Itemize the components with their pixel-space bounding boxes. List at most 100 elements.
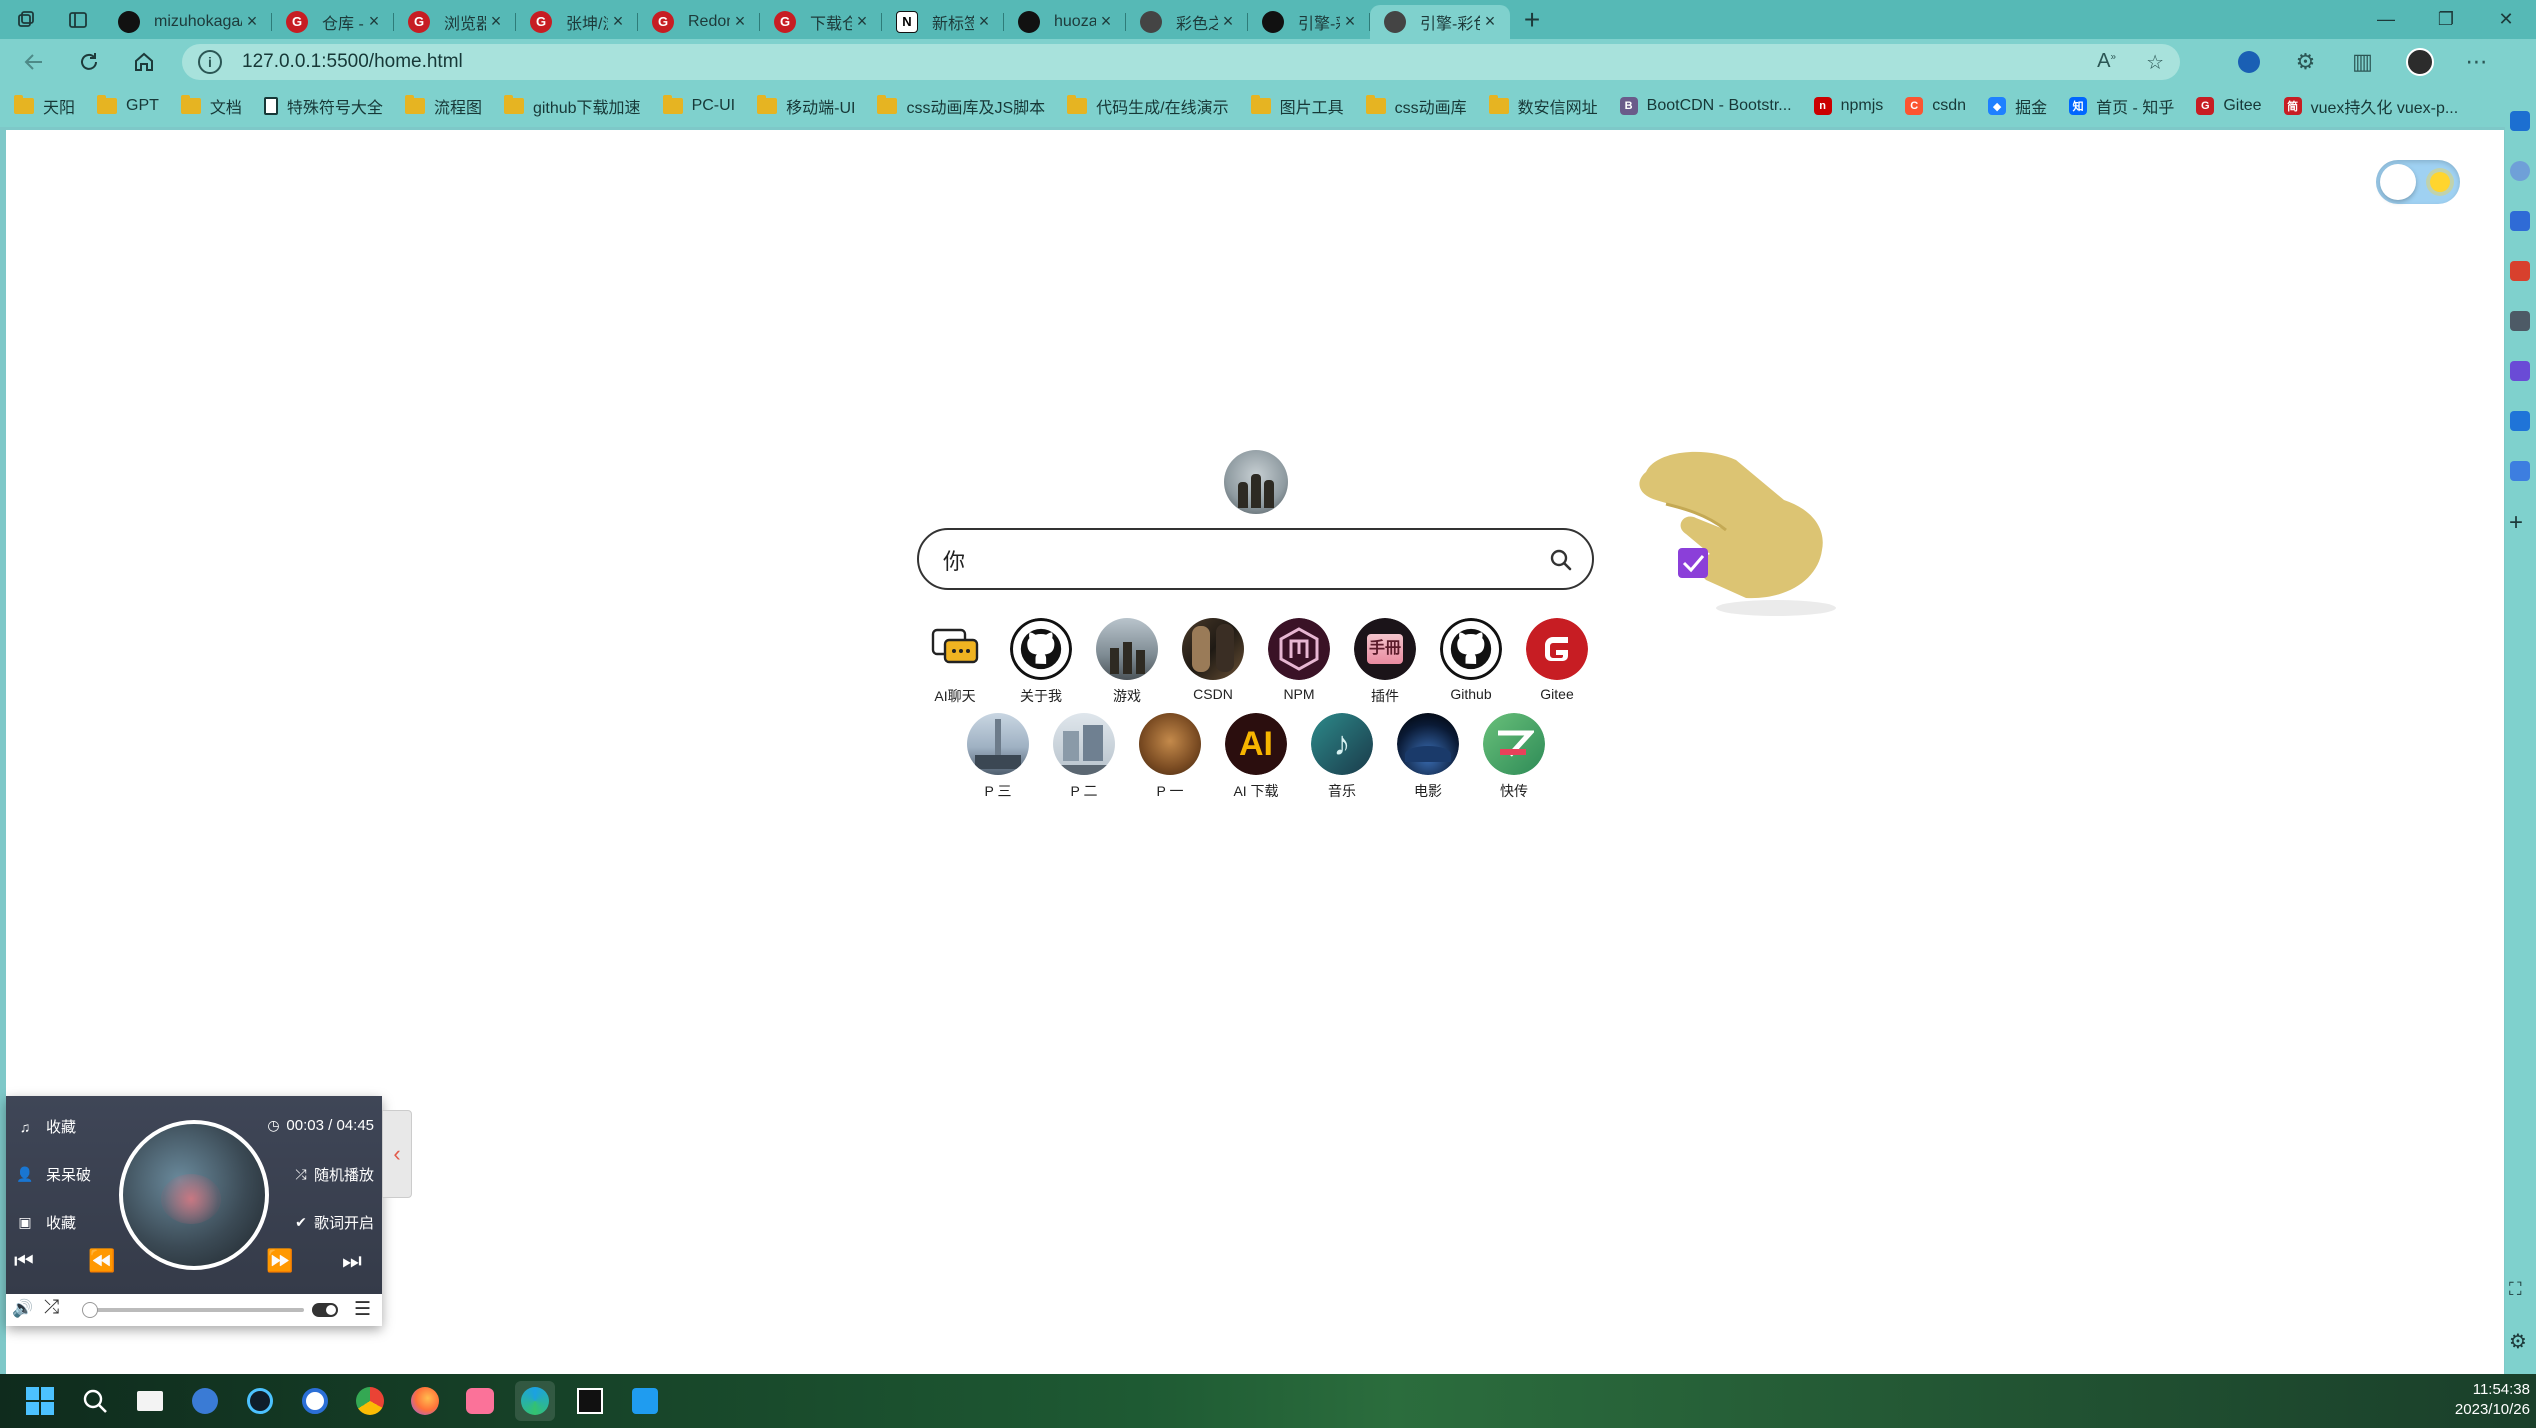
- theme-toggle[interactable]: [2376, 160, 2460, 204]
- new-tab-button[interactable]: +: [1510, 4, 1554, 36]
- logo-avatar[interactable]: [1224, 450, 1288, 514]
- quick-link[interactable]: 电影: [1385, 713, 1471, 801]
- sidebar-icon-3[interactable]: [2510, 261, 2530, 281]
- sidebar-outlook-icon[interactable]: [2510, 411, 2530, 431]
- bookmark-item[interactable]: github下载加速: [503, 94, 641, 118]
- shuffle-button[interactable]: ⤮: [44, 1297, 59, 1319]
- taskbar-app-3-icon[interactable]: [295, 1381, 335, 1421]
- quick-link[interactable]: NPM: [1256, 618, 1342, 706]
- url-text[interactable]: 127.0.0.1:5500/home.html: [242, 51, 463, 73]
- bookmark-item[interactable]: 图片工具: [1250, 94, 1344, 118]
- play-mode[interactable]: ⤮ 随机播放: [292, 1164, 374, 1185]
- quick-link[interactable]: P 三: [955, 713, 1041, 801]
- quick-link[interactable]: 手冊 插件: [1342, 618, 1428, 706]
- rewind-button[interactable]: ⏪: [88, 1248, 115, 1274]
- quick-link[interactable]: Github: [1428, 618, 1514, 706]
- bookmark-item[interactable]: PC-UI: [662, 94, 735, 118]
- quick-link[interactable]: 快传: [1471, 713, 1557, 801]
- volume-icon[interactable]: 🔊: [12, 1299, 33, 1319]
- extension-icon[interactable]: [2220, 51, 2277, 73]
- sidebar-search-icon[interactable]: [2510, 161, 2530, 181]
- sidebar-icon-1[interactable]: [2510, 111, 2530, 131]
- sidebar-add-icon[interactable]: +: [2509, 509, 2523, 537]
- more-menu-icon[interactable]: ⋯: [2448, 49, 2505, 75]
- quick-link[interactable]: 关于我: [998, 618, 1084, 706]
- file-explorer-icon[interactable]: [130, 1381, 170, 1421]
- lyrics-toggle[interactable]: ✔ 歌词开启: [292, 1212, 374, 1233]
- taskbar-search-icon[interactable]: [75, 1381, 115, 1421]
- start-button[interactable]: [20, 1381, 60, 1421]
- bookmark-item[interactable]: 简 vuex持久化 vuex-p...: [2283, 94, 2458, 118]
- read-aloud-icon[interactable]: A»: [2097, 50, 2116, 75]
- toggle-switch[interactable]: [312, 1303, 338, 1317]
- bookmark-item[interactable]: css动画库: [1365, 94, 1467, 118]
- favorite-star-icon[interactable]: ☆: [2146, 50, 2164, 75]
- quick-link[interactable]: CSDN: [1170, 618, 1256, 706]
- playlist-icon[interactable]: ☰: [354, 1298, 371, 1321]
- browser-tab[interactable]: G 张坤/浏览器_集合×: [516, 5, 638, 39]
- refresh-button[interactable]: [61, 39, 116, 85]
- browser-tab[interactable]: N 新标签页×: [882, 5, 1004, 39]
- browser-tab[interactable]: G Redon (red_don)×: [638, 5, 760, 39]
- browser-tab[interactable]: 引擎-彩色之外×: [1248, 5, 1370, 39]
- edge-icon[interactable]: [515, 1381, 555, 1421]
- sidebar-screenshot-icon[interactable]: ⛶: [2509, 1279, 2522, 1300]
- home-button[interactable]: [116, 39, 171, 85]
- back-button[interactable]: [6, 39, 61, 85]
- sidebar-settings-icon[interactable]: ⚙: [2509, 1329, 2527, 1354]
- taskbar-app-2-icon[interactable]: [240, 1381, 280, 1421]
- omnibox[interactable]: i 127.0.0.1:5500/home.html A» ☆: [182, 44, 2180, 80]
- search-input[interactable]: [943, 542, 1523, 578]
- skip-next-button[interactable]: ⏭: [342, 1248, 362, 1274]
- bookmark-item[interactable]: 天阳: [14, 94, 75, 118]
- extensions-puzzle-icon[interactable]: ⚙: [2277, 49, 2334, 75]
- progress-bar[interactable]: [82, 1302, 304, 1318]
- firefox-icon[interactable]: [405, 1381, 445, 1421]
- workspaces-icon[interactable]: [0, 0, 52, 39]
- tab-close-icon[interactable]: ×: [730, 11, 750, 32]
- skip-previous-button[interactable]: ⏮: [14, 1248, 34, 1274]
- bookmark-item[interactable]: 特殊符号大全: [263, 94, 383, 118]
- tab-close-icon[interactable]: ×: [1340, 11, 1360, 32]
- minimize-button[interactable]: —: [2356, 0, 2416, 39]
- bookmark-item[interactable]: 文档: [180, 94, 242, 118]
- browser-tab[interactable]: 彩色之外×: [1126, 5, 1248, 39]
- system-clock[interactable]: 11:54:38 2023/10/26: [2455, 1380, 2530, 1420]
- browser-tab[interactable]: G 下载仓库 - Redon×: [760, 5, 882, 39]
- tab-close-icon[interactable]: ×: [364, 11, 384, 32]
- sidebar-icon-4[interactable]: [2510, 311, 2530, 331]
- quick-link[interactable]: ♪ 音乐: [1299, 713, 1385, 801]
- tab-close-icon[interactable]: ×: [486, 11, 506, 32]
- restore-button[interactable]: ❐: [2416, 0, 2476, 39]
- bookmark-item[interactable]: ◆ 掘金: [1988, 94, 2047, 118]
- bookmark-item[interactable]: 流程图: [404, 94, 482, 118]
- browser-tab[interactable]: 引擎-彩色之外×: [1370, 4, 1510, 39]
- fast-forward-button[interactable]: ⏩: [266, 1248, 293, 1274]
- search-icon[interactable]: [1548, 547, 1574, 573]
- vscode-icon[interactable]: [625, 1381, 665, 1421]
- profile-avatar[interactable]: [2391, 48, 2448, 76]
- tab-close-icon[interactable]: ×: [974, 11, 994, 32]
- bookmark-item[interactable]: GPT: [97, 94, 159, 118]
- sidebar-icon-5[interactable]: [2510, 361, 2530, 381]
- browser-tab[interactable]: mizuhokaga/jsplu×: [104, 5, 272, 39]
- bookmark-item[interactable]: 数安信网址: [1488, 94, 1598, 118]
- tab-close-icon[interactable]: ×: [608, 11, 628, 32]
- site-info-icon[interactable]: i: [198, 50, 222, 74]
- bookmark-item[interactable]: B BootCDN - Bootstr...: [1619, 94, 1792, 118]
- quick-link[interactable]: AI AI 下载: [1213, 713, 1299, 801]
- bookmark-item[interactable]: css动画库及JS脚本: [877, 94, 1045, 118]
- progress-thumb[interactable]: [82, 1302, 99, 1318]
- sidebar-icon-2[interactable]: [2510, 211, 2530, 231]
- chrome-icon[interactable]: [350, 1381, 390, 1421]
- browser-tab[interactable]: huozaifenlangli×: [1004, 5, 1126, 39]
- player-collapse-button[interactable]: ‹: [382, 1110, 412, 1198]
- tab-close-icon[interactable]: ×: [1096, 11, 1116, 32]
- browser-tab[interactable]: G 浏览器_集合Chart×: [394, 5, 516, 39]
- quick-link[interactable]: 游戏: [1084, 618, 1170, 706]
- bookmark-item[interactable]: 知首页 - 知乎: [2069, 94, 2174, 118]
- sidebar-icon-6[interactable]: [2510, 461, 2530, 481]
- tab-close-icon[interactable]: ×: [1218, 11, 1238, 32]
- taskbar-app-4-icon[interactable]: [570, 1381, 610, 1421]
- tab-close-icon[interactable]: ×: [242, 11, 262, 32]
